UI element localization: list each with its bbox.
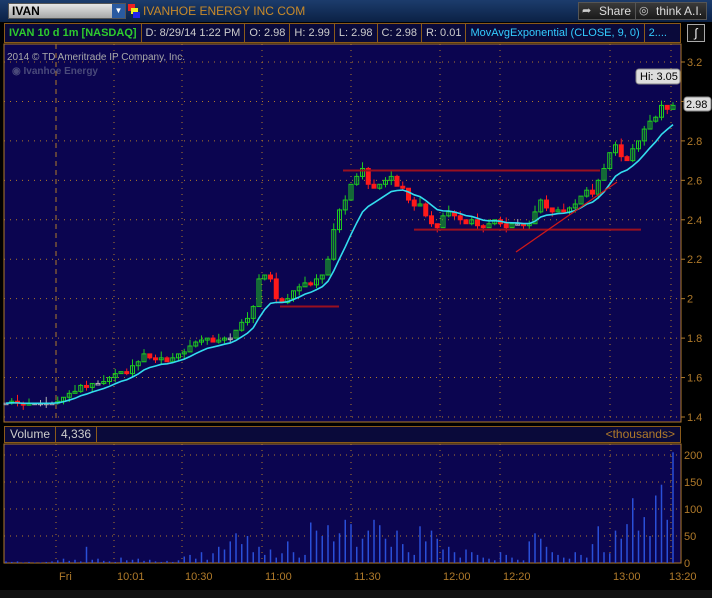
volume-tick-label: 0 xyxy=(684,558,690,570)
time-tick-label: 12:00 xyxy=(443,571,471,583)
candle-body xyxy=(549,207,555,213)
candle-body xyxy=(423,203,429,217)
price-volume-chart: 3.232.82.62.42.221.81.61.4200150100500Fr… xyxy=(3,43,712,583)
price-panel xyxy=(3,43,682,423)
scrollbar[interactable] xyxy=(0,590,712,598)
last-price-label: 2.98 xyxy=(686,99,707,111)
candle-body xyxy=(273,278,279,300)
price-tick-label: 2 xyxy=(687,294,693,306)
price-tick-label: 1.4 xyxy=(687,412,702,424)
volume-header: Volume 4,336 <thousands> xyxy=(4,426,681,443)
volume-value: 4,336 xyxy=(56,427,98,442)
watermark-logo: ◉ Ivanhoe Energy xyxy=(12,66,98,77)
candle-body xyxy=(429,215,434,225)
price-tick-label: 3.2 xyxy=(687,57,702,69)
candle-body xyxy=(624,156,630,162)
candle-body xyxy=(147,353,153,359)
candle-body xyxy=(544,199,549,209)
price-tick-label: 2.2 xyxy=(687,254,702,266)
volume-tick-label: 150 xyxy=(684,477,702,489)
candle-body xyxy=(561,209,567,213)
candle-body xyxy=(268,274,273,280)
candle-body xyxy=(411,199,417,207)
candle-body xyxy=(503,223,509,229)
candle-body xyxy=(590,189,595,195)
time-tick-label: 11:30 xyxy=(354,571,381,583)
candle-body xyxy=(618,144,624,158)
price-tick-label: 1.8 xyxy=(687,333,702,345)
candle-body xyxy=(308,282,314,286)
candle-body xyxy=(84,384,89,388)
time-tick-label: 10:30 xyxy=(185,571,213,583)
time-tick-label: 13:20 xyxy=(669,571,697,583)
volume-tick-label: 100 xyxy=(684,504,702,516)
volume-label[interactable]: Volume xyxy=(5,427,57,442)
time-tick-label: Fri xyxy=(59,571,72,583)
hi-label: Hi: 3.05 xyxy=(640,71,678,83)
time-tick-label: 11:00 xyxy=(265,571,292,583)
candle-body xyxy=(434,223,440,229)
time-tick-label: 13:00 xyxy=(613,571,641,583)
candle-body xyxy=(457,215,463,221)
price-tick-label: 2.6 xyxy=(687,175,702,187)
candle-body xyxy=(406,187,411,201)
price-tick-label: 1.6 xyxy=(687,373,702,385)
price-tick-label: 2.4 xyxy=(687,215,702,227)
price-tick-label: 2.8 xyxy=(687,136,702,148)
candle-body xyxy=(400,185,406,189)
volume-tick-label: 50 xyxy=(684,531,696,543)
candle-body xyxy=(210,337,216,343)
watermark-text: Ivanhoe Energy xyxy=(23,66,98,77)
candle-body xyxy=(124,371,130,375)
candle-body xyxy=(475,219,480,227)
copyright: 2014 © TD Ameritrade IP Company, Inc. xyxy=(7,52,186,63)
candle-body xyxy=(153,357,158,361)
candle-body xyxy=(463,219,469,225)
candle-body xyxy=(394,175,400,187)
candle-body xyxy=(664,104,670,110)
candle-body xyxy=(371,183,377,189)
volume-panel xyxy=(3,443,682,564)
candle-body xyxy=(164,357,170,363)
volume-units: <thousands> xyxy=(605,427,675,441)
time-tick-label: 12:20 xyxy=(503,571,531,583)
time-tick-label: 10:01 xyxy=(117,571,145,583)
candle-body xyxy=(480,225,486,229)
volume-tick-label: 200 xyxy=(684,450,702,462)
